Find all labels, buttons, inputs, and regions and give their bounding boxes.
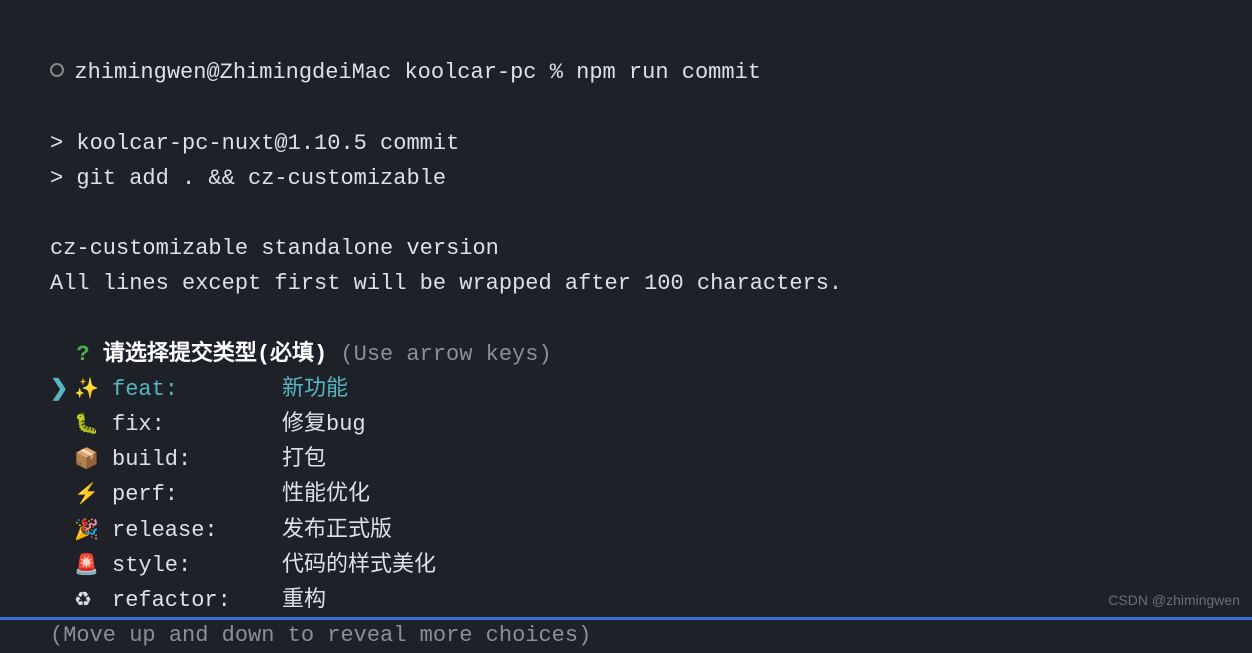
cz-info-line-1: cz-customizable standalone version <box>24 231 1228 266</box>
question-hint: (Use arrow keys) <box>340 342 551 367</box>
option-type: fix: <box>112 407 282 442</box>
prompt-command[interactable]: npm run commit <box>576 60 761 85</box>
option-type: build: <box>112 442 282 477</box>
watermark: CSDN @zhimingwen <box>1108 589 1240 611</box>
option-desc: 发布正式版 <box>282 513 392 548</box>
prompt-dir: koolcar-pc <box>404 60 536 85</box>
prompt-symbol: % <box>550 60 563 85</box>
blank-line <box>24 196 1228 231</box>
option-release[interactable]: 🎉release:发布正式版 <box>24 513 1228 548</box>
option-type: perf: <box>112 477 282 512</box>
option-type: release: <box>112 513 282 548</box>
option-feat[interactable]: ❯✨feat:新功能 <box>24 372 1228 407</box>
output-line-2: > git add . && cz-customizable <box>24 161 1228 196</box>
blank-line <box>24 90 1228 125</box>
question-text: 请选择提交类型(必填) <box>103 342 327 367</box>
option-desc: 修复bug <box>282 407 366 442</box>
option-fix[interactable]: 🐛fix:修复bug <box>24 407 1228 442</box>
question-marker: ? <box>76 342 89 367</box>
option-desc: 重构 <box>282 583 326 618</box>
option-desc: 新功能 <box>282 372 348 407</box>
question-line: ? 请选择提交类型(必填) (Use arrow keys) <box>24 302 1228 372</box>
prompt-circle-icon <box>50 63 64 77</box>
option-desc: 代码的样式美化 <box>282 548 436 583</box>
option-emoji-icon: 🚨 <box>74 551 112 583</box>
option-marker: ❯ <box>50 372 74 407</box>
prompt-user: zhimingwen <box>74 60 206 85</box>
prompt-host: ZhimingdeiMac <box>220 60 392 85</box>
cz-info-line-2: All lines except first will be wrapped a… <box>24 266 1228 301</box>
option-emoji-icon: ⚡ <box>74 480 112 512</box>
option-emoji-icon: 📦 <box>74 445 112 477</box>
terminal-prompt-line: zhimingwen@ZhimingdeiMac koolcar-pc % np… <box>24 20 1228 90</box>
option-refactor[interactable]: ♻refactor:重构 <box>24 583 1228 618</box>
option-type: feat: <box>112 372 282 407</box>
option-desc: 打包 <box>282 442 326 477</box>
footer-hint: (Move up and down to reveal more choices… <box>24 618 1228 653</box>
option-desc: 性能优化 <box>282 477 370 512</box>
option-type: refactor: <box>112 583 282 618</box>
option-emoji-icon: ♻ <box>74 586 112 618</box>
options-list[interactable]: ❯✨feat:新功能 🐛fix:修复bug 📦build:打包 ⚡perf:性能… <box>24 372 1228 618</box>
option-build[interactable]: 📦build:打包 <box>24 442 1228 477</box>
option-perf[interactable]: ⚡perf:性能优化 <box>24 477 1228 512</box>
option-emoji-icon: ✨ <box>74 375 112 407</box>
option-emoji-icon: 🐛 <box>74 410 112 442</box>
output-line-1: > koolcar-pc-nuxt@1.10.5 commit <box>24 126 1228 161</box>
option-type: style: <box>112 548 282 583</box>
option-emoji-icon: 🎉 <box>74 516 112 548</box>
option-style[interactable]: 🚨style:代码的样式美化 <box>24 548 1228 583</box>
